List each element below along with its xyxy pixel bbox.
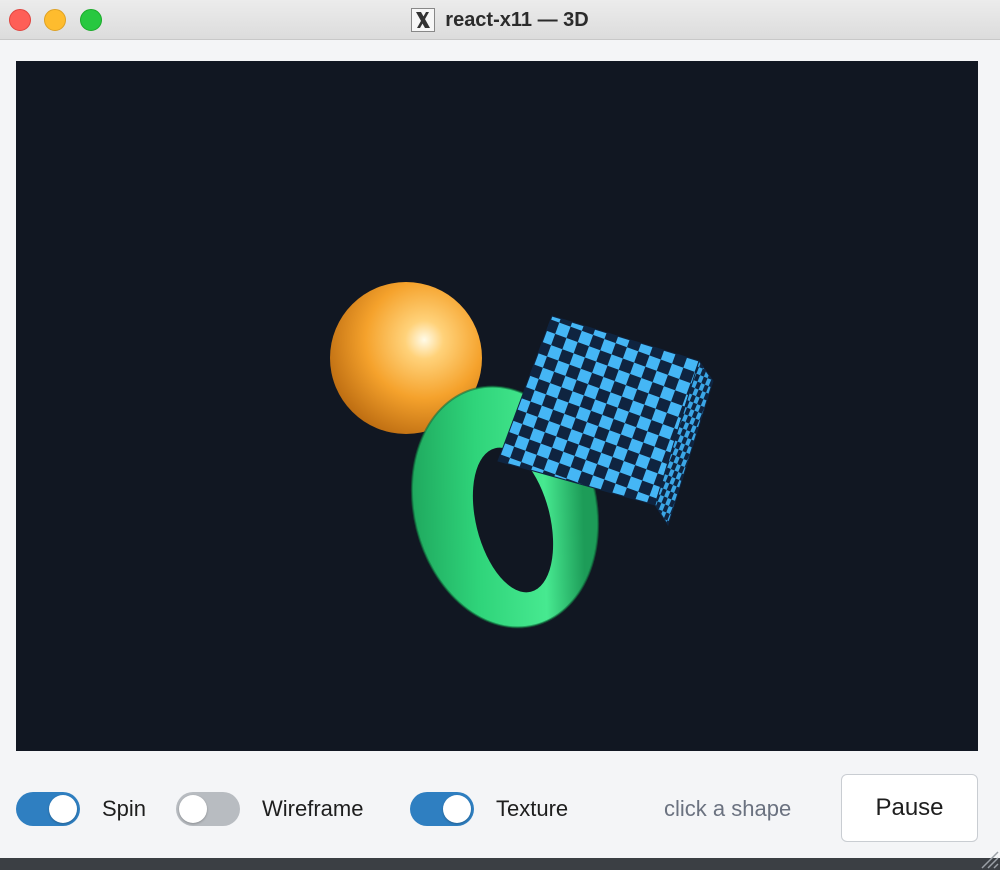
toggle-knob — [179, 795, 207, 823]
toggle-knob — [443, 795, 471, 823]
status-text: click a shape — [664, 796, 792, 821]
window-title: react-x11 — 3D — [445, 8, 589, 31]
texture-toggle[interactable] — [410, 792, 474, 826]
wireframe-label: Wireframe — [262, 796, 364, 821]
wireframe-toggle[interactable] — [176, 792, 240, 826]
pause-button[interactable]: Pause — [841, 774, 978, 842]
x11-icon — [411, 8, 436, 32]
background-window-strip — [0, 858, 1000, 870]
title-group: react-x11 — 3D — [0, 0, 1000, 40]
toggle-knob — [49, 795, 77, 823]
texture-label: Texture — [496, 796, 569, 821]
spin-label: Spin — [102, 796, 147, 821]
controls-bar: Spin Wireframe Texture click a shape Pau… — [0, 770, 1000, 850]
3d-viewport[interactable] — [16, 61, 978, 751]
app-window: react-x11 — 3D Spin Wireframe Texture cl… — [0, 0, 1000, 870]
title-bar[interactable]: react-x11 — 3D — [0, 0, 1000, 40]
scene-canvas[interactable] — [16, 61, 978, 751]
resize-grip[interactable] — [974, 844, 1000, 870]
spin-toggle[interactable] — [16, 792, 80, 826]
